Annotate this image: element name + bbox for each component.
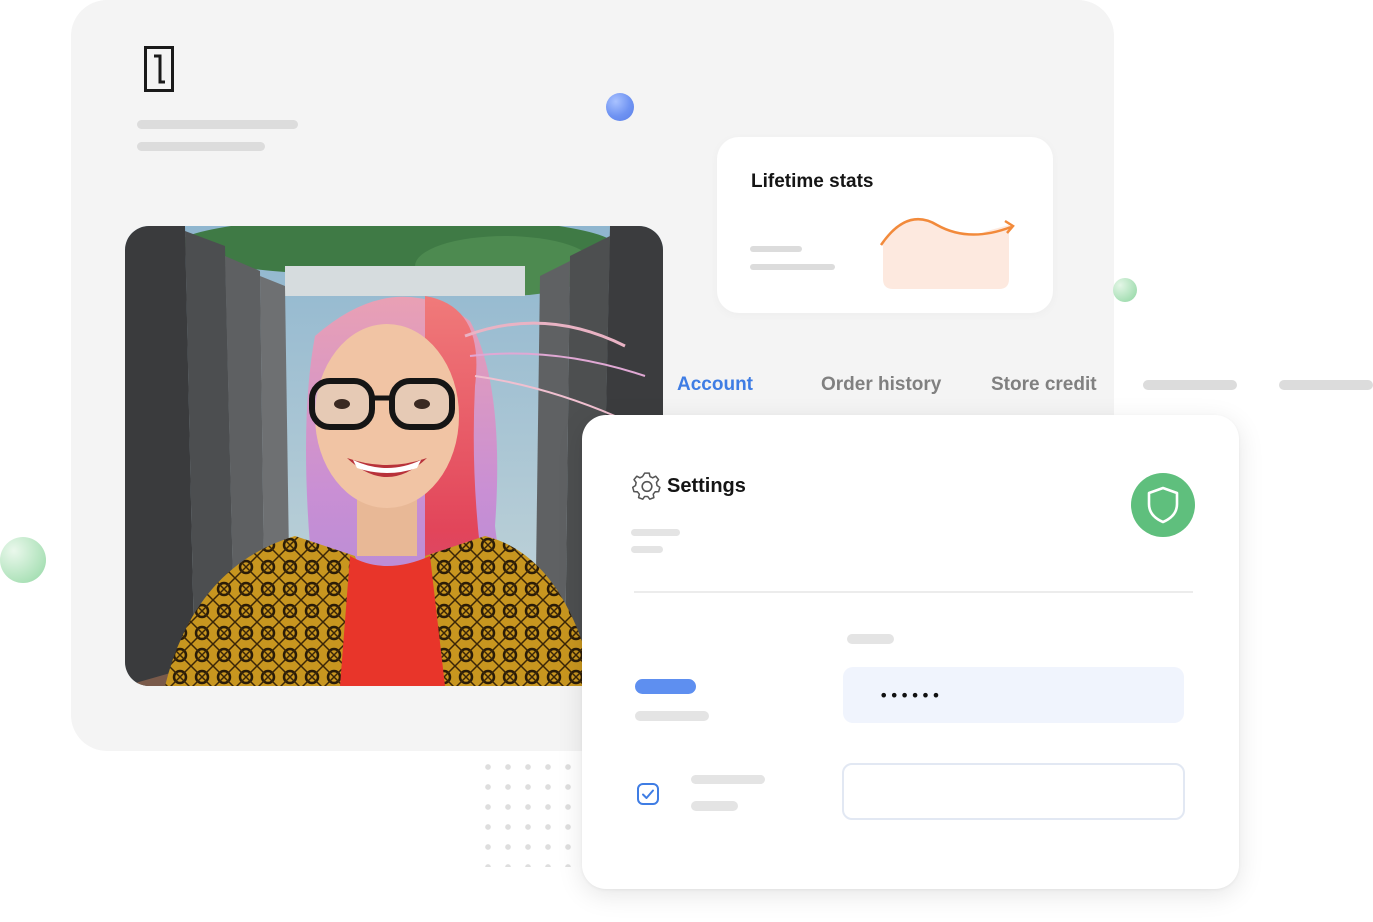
stats-placeholder-line bbox=[750, 264, 835, 270]
password-label-placeholder bbox=[635, 679, 696, 694]
trend-chart-icon bbox=[879, 217, 1015, 289]
security-badge bbox=[1131, 473, 1195, 537]
brand-logo-icon bbox=[144, 46, 174, 92]
password-sublabel-placeholder bbox=[635, 711, 709, 721]
checkbox-sublabel-placeholder bbox=[691, 801, 738, 811]
tab-account[interactable]: Account bbox=[677, 374, 753, 396]
settings-card: Settings bbox=[582, 415, 1239, 889]
settings-placeholder-line bbox=[631, 529, 680, 536]
settings-placeholder-line bbox=[631, 546, 663, 553]
header-placeholder-line bbox=[137, 120, 298, 129]
settings-title: Settings bbox=[667, 475, 746, 497]
settings-divider bbox=[634, 591, 1193, 593]
tab-placeholder[interactable] bbox=[1279, 380, 1373, 390]
header-placeholder-line bbox=[137, 142, 265, 151]
gear-icon bbox=[632, 472, 661, 500]
checkbox-label-placeholder bbox=[691, 775, 765, 784]
lifetime-stats-title: Lifetime stats bbox=[751, 171, 874, 192]
lifetime-stats-card: Lifetime stats bbox=[717, 137, 1053, 313]
decorative-green-dot bbox=[1113, 278, 1137, 302]
decorative-green-dot bbox=[0, 537, 46, 583]
password-field[interactable] bbox=[843, 667, 1184, 723]
decorative-blue-dot bbox=[606, 93, 634, 121]
field-placeholder-label bbox=[847, 634, 894, 644]
text-field[interactable] bbox=[842, 763, 1185, 820]
tab-order-history[interactable]: Order history bbox=[821, 374, 941, 396]
decorative-dot-grid bbox=[478, 757, 588, 867]
tab-store-credit[interactable]: Store credit bbox=[991, 374, 1097, 396]
stats-placeholder-line bbox=[750, 246, 802, 252]
tab-placeholder[interactable] bbox=[1143, 380, 1237, 390]
checkbox-icon[interactable] bbox=[636, 782, 660, 806]
shield-icon bbox=[1147, 486, 1179, 524]
